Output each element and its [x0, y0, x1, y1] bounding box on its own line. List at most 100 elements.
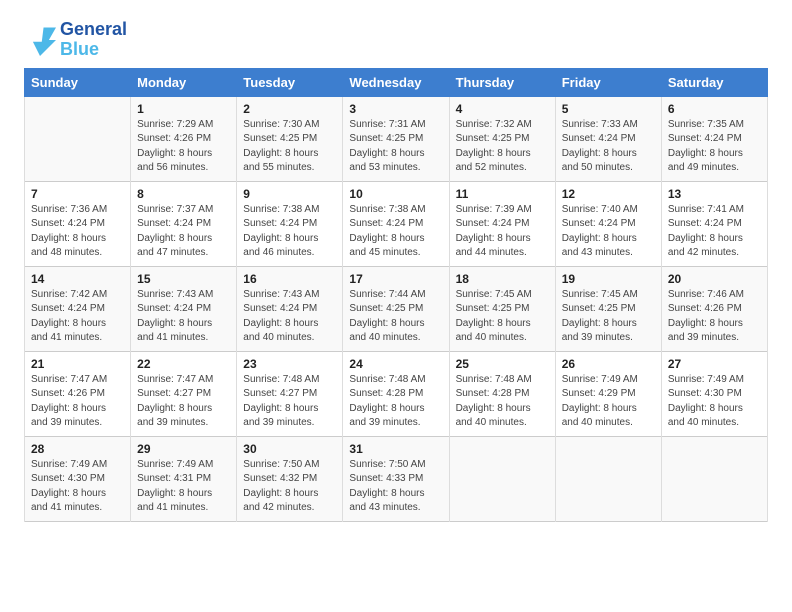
calendar-cell: 24Sunrise: 7:48 AM Sunset: 4:28 PM Dayli…	[343, 351, 449, 436]
calendar-cell: 1 Sunrise: 7:29 AM Sunset: 4:26 PM Daylig…	[131, 96, 237, 181]
day-info: Sunrise: 7:43 AM Sunset: 4:24 PM Dayligh…	[137, 288, 230, 346]
calendar-cell: 10 Sunrise: 7:38 AM Sunset: 4:24 PM Dayli…	[343, 181, 449, 266]
calendar-cell: 6Sunrise: 7:35 AM Sunset: 4:24 PM Daylig…	[661, 96, 767, 181]
calendar-cell: 13 Sunrise: 7:41 AM Sunset: 4:24 PM Dayli…	[661, 181, 767, 266]
day-info: Sunrise: 7:49 AM Sunset: 4:30 PM Dayligh…	[31, 458, 124, 516]
day-info: Sunrise: 7:48 AM Sunset: 4:28 PM Dayligh…	[349, 373, 442, 431]
day-info: Sunrise: 7:29 AM Sunset: 4:26 PM Dayligh…	[137, 118, 230, 176]
calendar-week-row: 1 Sunrise: 7:29 AM Sunset: 4:26 PM Daylig…	[25, 96, 768, 181]
calendar-week-row: 21 Sunrise: 7:47 AM Sunset: 4:26 PM Dayli…	[25, 351, 768, 436]
day-info: Sunrise: 7:43 AM Sunset: 4:24 PM Dayligh…	[243, 288, 336, 346]
calendar-header-row: SundayMondayTuesdayWednesdayThursdayFrid…	[25, 68, 768, 96]
day-info: Sunrise: 7:47 AM Sunset: 4:26 PM Dayligh…	[31, 373, 124, 431]
calendar-cell: 7Sunrise: 7:36 AM Sunset: 4:24 PM Daylig…	[25, 181, 131, 266]
day-number: 10	[349, 187, 442, 201]
day-info: Sunrise: 7:32 AM Sunset: 4:25 PM Dayligh…	[456, 118, 549, 176]
day-number: 11	[456, 187, 549, 201]
day-number: 16	[243, 272, 336, 286]
calendar-cell: 29 Sunrise: 7:49 AM Sunset: 4:31 PM Dayli…	[131, 436, 237, 521]
day-info: Sunrise: 7:50 AM Sunset: 4:33 PM Dayligh…	[349, 458, 442, 516]
day-number: 20	[668, 272, 761, 286]
day-number: 3	[349, 102, 442, 116]
day-number: 14	[31, 272, 124, 286]
calendar-cell: 9 Sunrise: 7:38 AM Sunset: 4:24 PM Daylig…	[237, 181, 343, 266]
day-number: 4	[456, 102, 549, 116]
day-number: 25	[456, 357, 549, 371]
col-header-saturday: Saturday	[661, 68, 767, 96]
day-number: 23	[243, 357, 336, 371]
calendar-cell: 5 Sunrise: 7:33 AM Sunset: 4:24 PM Daylig…	[555, 96, 661, 181]
calendar-cell: 19 Sunrise: 7:45 AM Sunset: 4:25 PM Dayli…	[555, 266, 661, 351]
day-info: Sunrise: 7:38 AM Sunset: 4:24 PM Dayligh…	[243, 203, 336, 261]
day-number: 8	[137, 187, 230, 201]
day-info: Sunrise: 7:45 AM Sunset: 4:25 PM Dayligh…	[456, 288, 549, 346]
calendar-cell: 11 Sunrise: 7:39 AM Sunset: 4:24 PM Dayli…	[449, 181, 555, 266]
day-info: Sunrise: 7:49 AM Sunset: 4:31 PM Dayligh…	[137, 458, 230, 516]
day-number: 15	[137, 272, 230, 286]
day-info: Sunrise: 7:33 AM Sunset: 4:24 PM Dayligh…	[562, 118, 655, 176]
calendar-cell: 27Sunrise: 7:49 AM Sunset: 4:30 PM Dayli…	[661, 351, 767, 436]
page-header: General Blue	[24, 20, 768, 60]
calendar-cell: 31 Sunrise: 7:50 AM Sunset: 4:33 PM Dayli…	[343, 436, 449, 521]
day-number: 28	[31, 442, 124, 456]
day-number: 5	[562, 102, 655, 116]
calendar-cell: 26 Sunrise: 7:49 AM Sunset: 4:29 PM Dayli…	[555, 351, 661, 436]
calendar-cell: 15 Sunrise: 7:43 AM Sunset: 4:24 PM Dayli…	[131, 266, 237, 351]
calendar-cell: 28 Sunrise: 7:49 AM Sunset: 4:30 PM Dayli…	[25, 436, 131, 521]
day-info: Sunrise: 7:50 AM Sunset: 4:32 PM Dayligh…	[243, 458, 336, 516]
day-number: 19	[562, 272, 655, 286]
calendar-cell: 30 Sunrise: 7:50 AM Sunset: 4:32 PM Dayli…	[237, 436, 343, 521]
day-number: 31	[349, 442, 442, 456]
day-number: 18	[456, 272, 549, 286]
day-number: 1	[137, 102, 230, 116]
day-number: 27	[668, 357, 761, 371]
calendar-cell	[661, 436, 767, 521]
calendar-cell: 20 Sunrise: 7:46 AM Sunset: 4:26 PM Dayli…	[661, 266, 767, 351]
calendar-week-row: 14 Sunrise: 7:42 AM Sunset: 4:24 PM Dayli…	[25, 266, 768, 351]
calendar-cell	[25, 96, 131, 181]
col-header-wednesday: Wednesday	[343, 68, 449, 96]
col-header-friday: Friday	[555, 68, 661, 96]
day-info: Sunrise: 7:37 AM Sunset: 4:24 PM Dayligh…	[137, 203, 230, 261]
day-number: 29	[137, 442, 230, 456]
col-header-thursday: Thursday	[449, 68, 555, 96]
day-number: 12	[562, 187, 655, 201]
day-info: Sunrise: 7:38 AM Sunset: 4:24 PM Dayligh…	[349, 203, 442, 261]
calendar-cell: 3Sunrise: 7:31 AM Sunset: 4:25 PM Daylig…	[343, 96, 449, 181]
day-info: Sunrise: 7:40 AM Sunset: 4:24 PM Dayligh…	[562, 203, 655, 261]
logo: General Blue	[24, 20, 127, 60]
day-number: 30	[243, 442, 336, 456]
day-info: Sunrise: 7:41 AM Sunset: 4:24 PM Dayligh…	[668, 203, 761, 261]
day-info: Sunrise: 7:49 AM Sunset: 4:29 PM Dayligh…	[562, 373, 655, 431]
day-info: Sunrise: 7:42 AM Sunset: 4:24 PM Dayligh…	[31, 288, 124, 346]
calendar-cell	[555, 436, 661, 521]
day-info: Sunrise: 7:48 AM Sunset: 4:28 PM Dayligh…	[456, 373, 549, 431]
day-info: Sunrise: 7:39 AM Sunset: 4:24 PM Dayligh…	[456, 203, 549, 261]
day-number: 26	[562, 357, 655, 371]
calendar-cell: 23 Sunrise: 7:48 AM Sunset: 4:27 PM Dayli…	[237, 351, 343, 436]
day-number: 21	[31, 357, 124, 371]
logo-text-line2: Blue	[60, 40, 127, 60]
day-number: 22	[137, 357, 230, 371]
day-number: 2	[243, 102, 336, 116]
calendar-cell: 4 Sunrise: 7:32 AM Sunset: 4:25 PM Daylig…	[449, 96, 555, 181]
calendar-cell: 17Sunrise: 7:44 AM Sunset: 4:25 PM Dayli…	[343, 266, 449, 351]
calendar-cell: 18 Sunrise: 7:45 AM Sunset: 4:25 PM Dayli…	[449, 266, 555, 351]
day-number: 7	[31, 187, 124, 201]
calendar-cell: 14 Sunrise: 7:42 AM Sunset: 4:24 PM Dayli…	[25, 266, 131, 351]
day-info: Sunrise: 7:48 AM Sunset: 4:27 PM Dayligh…	[243, 373, 336, 431]
day-info: Sunrise: 7:30 AM Sunset: 4:25 PM Dayligh…	[243, 118, 336, 176]
day-info: Sunrise: 7:45 AM Sunset: 4:25 PM Dayligh…	[562, 288, 655, 346]
calendar-cell: 22 Sunrise: 7:47 AM Sunset: 4:27 PM Dayli…	[131, 351, 237, 436]
calendar-cell: 8 Sunrise: 7:37 AM Sunset: 4:24 PM Daylig…	[131, 181, 237, 266]
calendar-cell	[449, 436, 555, 521]
day-info: Sunrise: 7:35 AM Sunset: 4:24 PM Dayligh…	[668, 118, 761, 176]
day-info: Sunrise: 7:47 AM Sunset: 4:27 PM Dayligh…	[137, 373, 230, 431]
col-header-sunday: Sunday	[25, 68, 131, 96]
col-header-tuesday: Tuesday	[237, 68, 343, 96]
day-info: Sunrise: 7:46 AM Sunset: 4:26 PM Dayligh…	[668, 288, 761, 346]
day-info: Sunrise: 7:44 AM Sunset: 4:25 PM Dayligh…	[349, 288, 442, 346]
calendar-week-row: 28 Sunrise: 7:49 AM Sunset: 4:30 PM Dayli…	[25, 436, 768, 521]
day-number: 13	[668, 187, 761, 201]
day-number: 9	[243, 187, 336, 201]
